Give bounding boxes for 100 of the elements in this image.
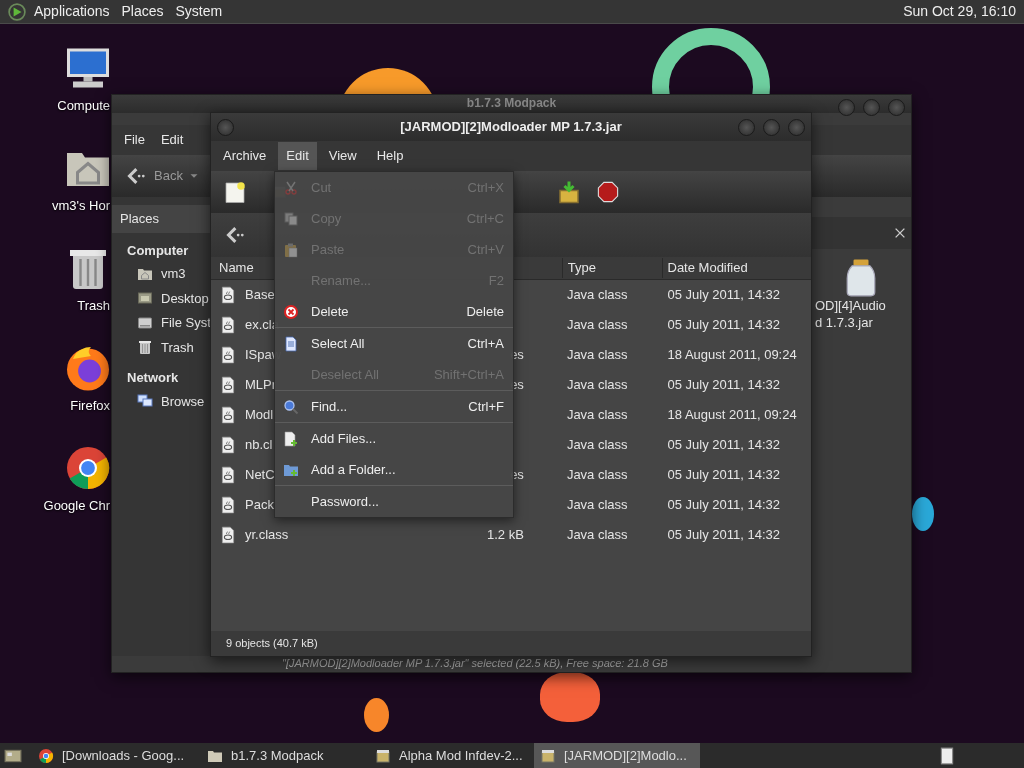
file-name: NetC [245, 466, 275, 485]
search-icon [283, 398, 299, 415]
sidebar-section-title: Network [126, 369, 180, 387]
menu-item[interactable]: Help [368, 142, 412, 170]
desktop-icon-label[interactable]: vm3's Hor [30, 196, 110, 216]
file-type: Java class [566, 437, 628, 453]
panel-menu[interactable]: System [175, 1, 223, 22]
menu-item[interactable]: Edit [278, 142, 317, 170]
file-type: Java class [566, 347, 628, 363]
desktop-folder-icon [137, 290, 153, 307]
file-date: 05 July 2011, 14:32 [667, 287, 781, 303]
sidebar-section-title: Computer [126, 241, 190, 260]
sidebar-item[interactable]: vm3 [112, 262, 210, 287]
menu-item[interactable]: Delete Delete [275, 296, 513, 327]
drive-icon [137, 314, 153, 331]
coffee-file-icon [219, 496, 237, 514]
file-name: OD][4]Audio [814, 297, 886, 314]
menu-item[interactable]: Select All Ctrl+A [275, 328, 513, 359]
file-date: 05 July 2011, 14:32 [667, 317, 781, 333]
menu-item[interactable]: Archive [215, 142, 275, 170]
coffee-file-icon [219, 316, 237, 334]
coffee-file-icon [219, 436, 237, 454]
desktop-icon-label[interactable]: Firefox [30, 396, 110, 416]
file-size: 1.2 kB [487, 527, 524, 543]
desktop-icon-label[interactable]: Trash [30, 296, 110, 316]
coffee-file-icon [219, 466, 237, 484]
taskbar-button[interactable]: Alpha Mod Infdev-2... [369, 743, 534, 768]
column-header[interactable]: Date Modified [661, 258, 811, 278]
tricolor-circle-icon[interactable] [64, 444, 112, 492]
desktop-icon-label[interactable]: Compute [30, 96, 110, 116]
close-icon[interactable] [893, 226, 907, 240]
panel-menu[interactable]: Applications [34, 1, 110, 22]
file-date: 18 August 2011, 09:24 [667, 407, 797, 423]
column-header[interactable]: Type [561, 258, 662, 278]
file-name: d 1.7.3.jar [814, 314, 873, 331]
file-type: Java class [566, 467, 628, 483]
taskbar-button[interactable]: [Downloads - Goog... [32, 743, 201, 768]
add-file-icon [283, 430, 299, 447]
wallpaper-blob [364, 698, 389, 732]
taskbar-button[interactable]: [JARMOD][2]Modlo... [534, 743, 700, 768]
wallpaper-blob [540, 672, 600, 722]
clock: Sun Oct 29, 16:10 [903, 2, 1016, 21]
file-date: 18 August 2011, 09:24 [667, 347, 797, 363]
status-text: "[JARMOD][2]Modloader MP 1.7.3.jar" selected (22.5 kB), Free space: 21.8 GB [282, 657, 668, 669]
new-archive-icon[interactable] [223, 180, 247, 204]
file-date: 05 July 2011, 14:32 [667, 437, 781, 453]
window-title: [JARMOD][2]Modloader MP 1.7.3.jar [400, 118, 622, 137]
clipboard-icon [283, 241, 299, 258]
network-icon [137, 393, 153, 410]
trash-can-icon [137, 339, 153, 356]
window-title: b1.7.3 Modpack [466, 95, 557, 111]
taskbar-button[interactable]: b1.7.3 Modpack [201, 743, 369, 768]
file-name: Base [245, 286, 275, 305]
file-type: Java class [566, 377, 628, 393]
file-type: Java class [566, 317, 628, 333]
menu-item[interactable]: View [320, 142, 365, 170]
menu-item[interactable]: Add Files... [275, 423, 513, 454]
file-name: Pack [245, 496, 274, 515]
file-name: nb.cl [245, 436, 273, 455]
sidebar-item[interactable]: Desktop [112, 286, 210, 311]
file-date: 05 July 2011, 14:32 [667, 377, 781, 393]
sidebar-item[interactable]: Browse [112, 389, 210, 414]
desktop-icon-label[interactable]: Google Chr [30, 496, 110, 516]
back-button[interactable]: Back [120, 165, 187, 187]
coffee-file-icon [219, 286, 237, 304]
file-name: Modl [245, 406, 274, 425]
scissors-icon [283, 179, 299, 196]
menu-item[interactable]: Find... Ctrl+F [275, 391, 513, 422]
copy-icon [283, 210, 299, 227]
archive-icon [375, 747, 391, 764]
menu-item[interactable]: Add a Folder... [275, 454, 513, 485]
coffee-file-icon [219, 346, 237, 364]
coffee-file-icon [219, 406, 237, 424]
file-date: 05 July 2011, 14:32 [667, 467, 781, 483]
delete-icon [283, 303, 299, 320]
file-date: 05 July 2011, 14:32 [667, 527, 781, 543]
play-icon[interactable] [8, 2, 26, 21]
extract-icon[interactable] [557, 180, 581, 204]
archive-file[interactable]: OD][4]Audio d 1.7.3.jar [811, 257, 911, 331]
file-type: Java class [566, 407, 628, 423]
file-name: MLPr [245, 376, 277, 395]
fox-globe-icon[interactable] [64, 344, 112, 392]
panel-menu[interactable]: Places [121, 1, 164, 22]
workspace-icon[interactable] [938, 746, 956, 765]
menu-item[interactable]: Edit [152, 126, 192, 154]
sidebar-item[interactable]: File Syst [112, 311, 210, 336]
file-date: 05 July 2011, 14:32 [667, 497, 781, 513]
document-icon [283, 335, 299, 352]
coffee-file-icon [219, 526, 237, 544]
file-type: Java class [566, 527, 628, 543]
menu-item[interactable]: Password... [275, 486, 513, 517]
stop-icon[interactable] [597, 181, 619, 203]
tricolor-circle-icon [38, 747, 54, 764]
sidebar-item[interactable]: Trash [112, 335, 210, 360]
coffee-file-icon [219, 376, 237, 394]
file-type: Java class [566, 497, 628, 513]
sidebar-header: Places [112, 205, 210, 233]
menu-item[interactable]: File [116, 126, 153, 154]
file-type: Java class [566, 287, 628, 303]
wallpaper-blob [912, 497, 934, 531]
